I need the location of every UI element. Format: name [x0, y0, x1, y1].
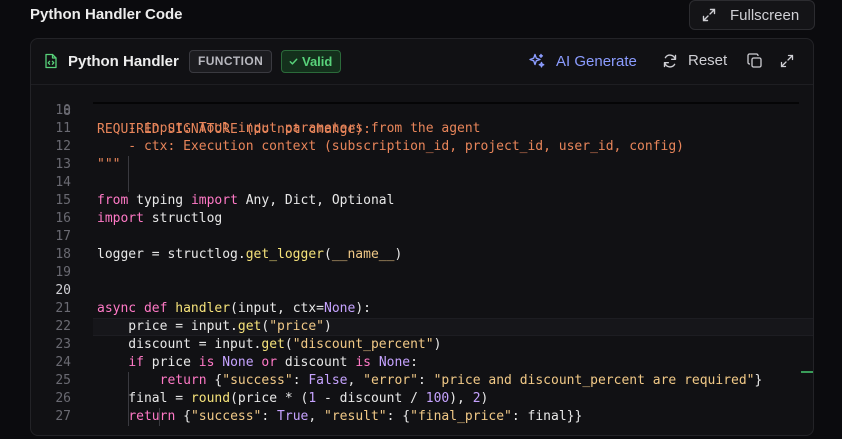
editor-toolbar: Python Handler FUNCTION Valid AI Generat… [31, 39, 813, 85]
line-number: 21 [55, 301, 71, 316]
code-text: discount = input.get("discount_percent") [97, 337, 442, 352]
code-text: return {"success": False, "error": "pric… [159, 373, 763, 388]
valid-label: Valid [302, 54, 333, 69]
line-number: 20 [55, 283, 71, 298]
line-number: 24 [55, 355, 71, 370]
code-line[interactable]: 26 final = round(price * (1 - discount /… [31, 390, 813, 408]
code-line[interactable]: 20 [31, 282, 813, 300]
editor-title: Python Handler [68, 53, 179, 70]
line-number: 19 [55, 265, 71, 280]
page-title: Python Handler Code [30, 6, 183, 23]
code-text: - ctx: Execution context (subscription_i… [97, 139, 684, 154]
line-number: 22 [55, 319, 71, 334]
check-icon [289, 58, 298, 65]
line-number: 13 [55, 157, 71, 172]
line-number: 17 [55, 229, 71, 244]
line-number: 18 [55, 247, 71, 262]
code-line[interactable]: 23 discount = input.get("discount_percen… [31, 336, 813, 354]
reset-label: Reset [688, 52, 728, 69]
code-text: from typing import Any, Dict, Optional [97, 193, 395, 208]
expand-arrows-icon [702, 8, 716, 22]
code-line[interactable]: 16 import structlog [31, 210, 813, 228]
code-text: REQUIRED SIGNATURE (do not change): [97, 122, 371, 137]
fullscreen-label: Fullscreen [730, 6, 800, 24]
line-number: 16 [55, 211, 71, 226]
code-line[interactable]: 25 return {"success": False, "error": "p… [31, 372, 813, 390]
code-text: final = round(price * (1 - discount / 10… [97, 391, 489, 406]
code-line[interactable]: 27 return {"success": True, "result": {"… [31, 408, 813, 426]
copy-icon[interactable] [747, 53, 763, 69]
refresh-icon [663, 53, 677, 68]
code-text: return {"success": True, "result": {"fin… [128, 409, 583, 424]
code-text: price = input.get("price") [97, 319, 332, 334]
line-number: 27 [55, 409, 71, 424]
code-line[interactable]: 14 [31, 174, 813, 192]
ai-generate-label: AI Generate [556, 52, 637, 70]
fullscreen-button[interactable]: Fullscreen [689, 0, 815, 30]
code-line[interactable]: 13 """ [31, 156, 813, 174]
line-number: 15 [55, 193, 71, 208]
code-line[interactable]: 17 [31, 228, 813, 246]
code-area[interactable]: 10 11 - input: Tool input parameters from… [31, 85, 813, 435]
valid-badge: Valid [281, 50, 342, 73]
reset-button[interactable]: Reset [662, 52, 727, 69]
line-number: 25 [55, 373, 71, 388]
minimap-change-marker [801, 371, 813, 373]
ai-generate-button[interactable]: AI Generate [528, 52, 637, 70]
sticky-scroll-shadow [93, 102, 799, 104]
code-text: async def handler(input, ctx=None): [97, 301, 371, 316]
code-line[interactable]: 22 price = input.get("price") [31, 318, 813, 336]
function-badge: FUNCTION [189, 50, 273, 73]
code-text: """ [97, 157, 121, 172]
sticky-scroll-line[interactable]: 8 REQUIRED SIGNATURE (do not change): [31, 85, 813, 137]
code-editor-panel: Python Handler FUNCTION Valid AI Generat… [30, 38, 814, 436]
code-line[interactable]: 18 logger = structlog.get_logger(__name__… [31, 246, 813, 264]
code-line[interactable]: 10 [31, 102, 813, 120]
expand-icon[interactable] [779, 53, 795, 69]
code-text: import structlog [97, 211, 223, 226]
code-line[interactable]: 12 - ctx: Execution context (subscriptio… [31, 138, 813, 156]
code-line[interactable]: 19 [31, 264, 813, 282]
line-number: 26 [55, 391, 71, 406]
code-text: if price is None or discount is None: [128, 355, 418, 370]
sparkles-icon [529, 53, 545, 68]
code-line[interactable]: 15 from typing import Any, Dict, Optional [31, 192, 813, 210]
code-line[interactable]: 24 if price is None or discount is None: [31, 354, 813, 372]
line-number: 14 [55, 175, 71, 190]
line-number: 23 [55, 337, 71, 352]
code-file-icon [45, 53, 57, 69]
line-number: 8 [63, 104, 71, 119]
code-line[interactable]: 21 async def handler(input, ctx=None): [31, 300, 813, 318]
code-text: logger = structlog.get_logger(__name__) [97, 247, 403, 262]
